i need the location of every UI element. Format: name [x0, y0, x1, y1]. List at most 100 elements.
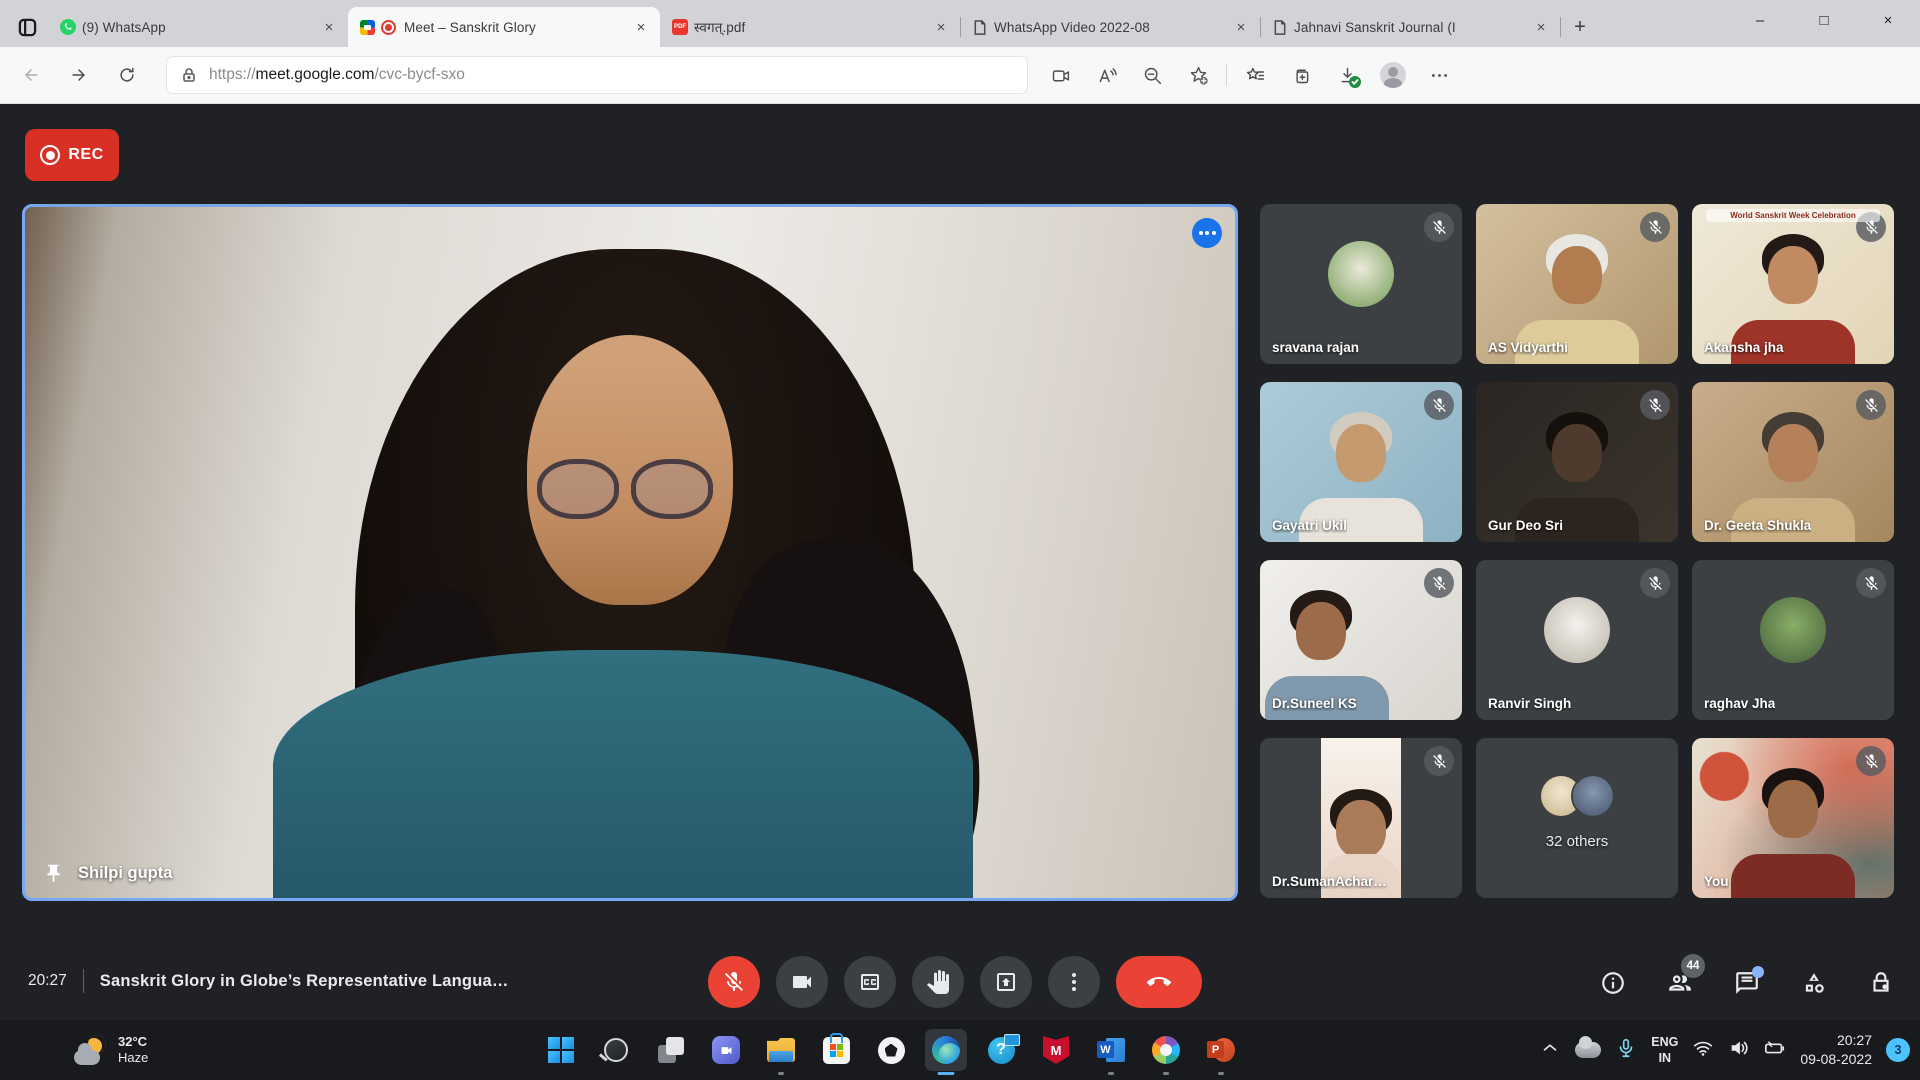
pin-icon — [43, 863, 64, 884]
window-maximize-button[interactable]: □ — [1792, 0, 1856, 40]
profile-avatar[interactable] — [1375, 58, 1411, 92]
mic-off-icon — [1640, 212, 1670, 242]
mic-off-icon — [1640, 390, 1670, 420]
camera-button[interactable] — [776, 956, 828, 1008]
add-favorite-star-icon[interactable] — [1180, 58, 1216, 92]
participant-tile[interactable]: Ranvir Singh — [1476, 560, 1678, 720]
tab-close-icon[interactable]: × — [932, 18, 950, 36]
microsoft-store-icon[interactable] — [815, 1029, 857, 1071]
participant-name: 32 others — [1476, 833, 1678, 850]
participant-tile[interactable]: Dr.SumanAchar… — [1260, 738, 1462, 898]
word-icon[interactable]: W — [1090, 1029, 1132, 1071]
glasses — [537, 459, 713, 519]
tab-close-icon[interactable]: × — [1532, 18, 1550, 36]
tab-whatsapp-video[interactable]: WhatsApp Video 2022-08 × — [960, 7, 1260, 47]
tab-recording-icon — [381, 20, 396, 35]
participant-tile[interactable]: Dr.Suneel KS — [1260, 560, 1462, 720]
participant-name: raghav Jha — [1704, 696, 1775, 711]
notification-count-badge[interactable]: 3 — [1886, 1038, 1910, 1062]
meeting-details-icon[interactable] — [1600, 970, 1626, 996]
main-video-tile[interactable]: Shilpi gupta — [22, 204, 1238, 901]
search-icon[interactable] — [595, 1029, 637, 1071]
mic-muted-button[interactable] — [708, 956, 760, 1008]
start-button[interactable] — [540, 1029, 582, 1071]
participant-grid: sravana rajan AS Vidyarthi World Sanskri… — [1260, 204, 1894, 898]
tab-label: Jahnavi Sanskrit Journal (I — [1294, 20, 1526, 35]
tab-jahnavi-journal[interactable]: Jahnavi Sanskrit Journal (I × — [1260, 7, 1560, 47]
weather-widget[interactable]: 32°CHaze — [64, 1020, 158, 1080]
edge-icon[interactable] — [925, 1029, 967, 1071]
tab-close-icon[interactable]: × — [632, 18, 650, 36]
participant-tile[interactable]: Gayatri Ukil — [1260, 382, 1462, 542]
tab-actions-menu-icon[interactable] — [10, 7, 44, 47]
tab-label: (9) WhatsApp — [82, 20, 314, 35]
google-meet-page: REC Shilpi gupta sravana rajan — [0, 104, 1920, 1020]
meeting-panels: 44 — [1600, 970, 1894, 996]
tab-close-icon[interactable]: × — [1232, 18, 1250, 36]
tab-meet-active[interactable]: Meet – Sanskrit Glory × — [348, 7, 660, 47]
volume-icon[interactable] — [1728, 1037, 1750, 1064]
more-options-button[interactable] — [1048, 956, 1100, 1008]
weather-temp: 32°C — [118, 1034, 148, 1050]
rec-label: REC — [68, 146, 103, 164]
zoom-out-icon[interactable] — [1134, 58, 1170, 92]
task-view-icon[interactable] — [650, 1029, 692, 1071]
activities-icon[interactable] — [1801, 970, 1827, 996]
clock[interactable]: 20:2709-08-2022 — [1800, 1031, 1872, 1069]
windows-taskbar: 32°CHaze ? M W P ENGIN 20:2709-08-2022 — [0, 1020, 1920, 1080]
microphone-in-use-icon[interactable] — [1615, 1037, 1637, 1064]
web-capture-camera-icon[interactable] — [1042, 58, 1078, 92]
participant-tile[interactable]: 32 others — [1476, 738, 1678, 898]
new-tab-button[interactable]: + — [1566, 13, 1594, 41]
pinwheel-app-icon[interactable] — [1145, 1029, 1187, 1071]
participant-tile[interactable]: sravana rajan — [1260, 204, 1462, 364]
record-icon — [40, 145, 60, 165]
back-icon[interactable] — [14, 58, 48, 92]
favorites-bar-icon[interactable] — [1237, 58, 1273, 92]
read-aloud-icon[interactable] — [1088, 58, 1124, 92]
captions-button[interactable] — [844, 956, 896, 1008]
collections-icon[interactable] — [1283, 58, 1319, 92]
get-help-icon[interactable]: ? — [980, 1029, 1022, 1071]
present-screen-button[interactable] — [980, 956, 1032, 1008]
tray-chevron-icon[interactable] — [1539, 1037, 1561, 1064]
file-explorer-icon[interactable] — [760, 1029, 802, 1071]
tab-close-icon[interactable]: × — [320, 18, 338, 36]
window-minimize-button[interactable]: – — [1728, 0, 1792, 40]
mcafee-icon[interactable]: M — [1035, 1029, 1077, 1071]
forward-icon[interactable] — [62, 58, 96, 92]
tab-whatsapp[interactable]: (9) WhatsApp × — [48, 7, 348, 47]
participant-avatar — [1328, 241, 1394, 307]
refresh-icon[interactable] — [110, 58, 144, 92]
main-speaker-name: Shilpi gupta — [43, 863, 172, 884]
chat-icon[interactable] — [1734, 970, 1760, 996]
end-call-button[interactable] — [1116, 956, 1202, 1008]
participant-tile[interactable]: Gur Deo Sri — [1476, 382, 1678, 542]
whatsapp-icon — [60, 19, 76, 35]
settings-more-icon[interactable] — [1421, 58, 1457, 92]
participant-tile[interactable]: Dr. Geeta Shukla — [1692, 382, 1894, 542]
tile-more-options-icon[interactable] — [1192, 218, 1222, 248]
chat-notification-dot — [1752, 966, 1764, 978]
clock-time: 20:27 — [1837, 1032, 1872, 1048]
host-controls-icon[interactable] — [1868, 970, 1894, 996]
participant-tile[interactable]: raghav Jha — [1692, 560, 1894, 720]
participant-tile[interactable]: AS Vidyarthi — [1476, 204, 1678, 364]
window-close-button[interactable]: × — [1856, 0, 1920, 40]
language-indicator[interactable]: ENGIN — [1651, 1034, 1678, 1067]
tab-pdf[interactable]: PDF स्वगत्.pdf × — [660, 7, 960, 47]
battery-icon[interactable] — [1764, 1037, 1786, 1064]
wifi-icon[interactable] — [1692, 1037, 1714, 1064]
raise-hand-button[interactable] — [912, 956, 964, 1008]
participant-tile[interactable]: World Sanskrit Week Celebration Akansha … — [1692, 204, 1894, 364]
downloads-icon[interactable] — [1329, 58, 1365, 92]
powerpoint-icon[interactable]: P — [1200, 1029, 1242, 1071]
recording-badge: REC — [25, 129, 119, 181]
participants-icon[interactable]: 44 — [1667, 970, 1693, 996]
onedrive-icon[interactable] — [1575, 1042, 1601, 1058]
address-bar[interactable]: https://meet.google.com/cvc-bycf-sxo — [166, 56, 1028, 94]
teams-chat-icon[interactable] — [705, 1029, 747, 1071]
participant-tile[interactable]: You — [1692, 738, 1894, 898]
home-app-icon[interactable] — [870, 1029, 912, 1071]
google-meet-icon — [360, 20, 375, 35]
